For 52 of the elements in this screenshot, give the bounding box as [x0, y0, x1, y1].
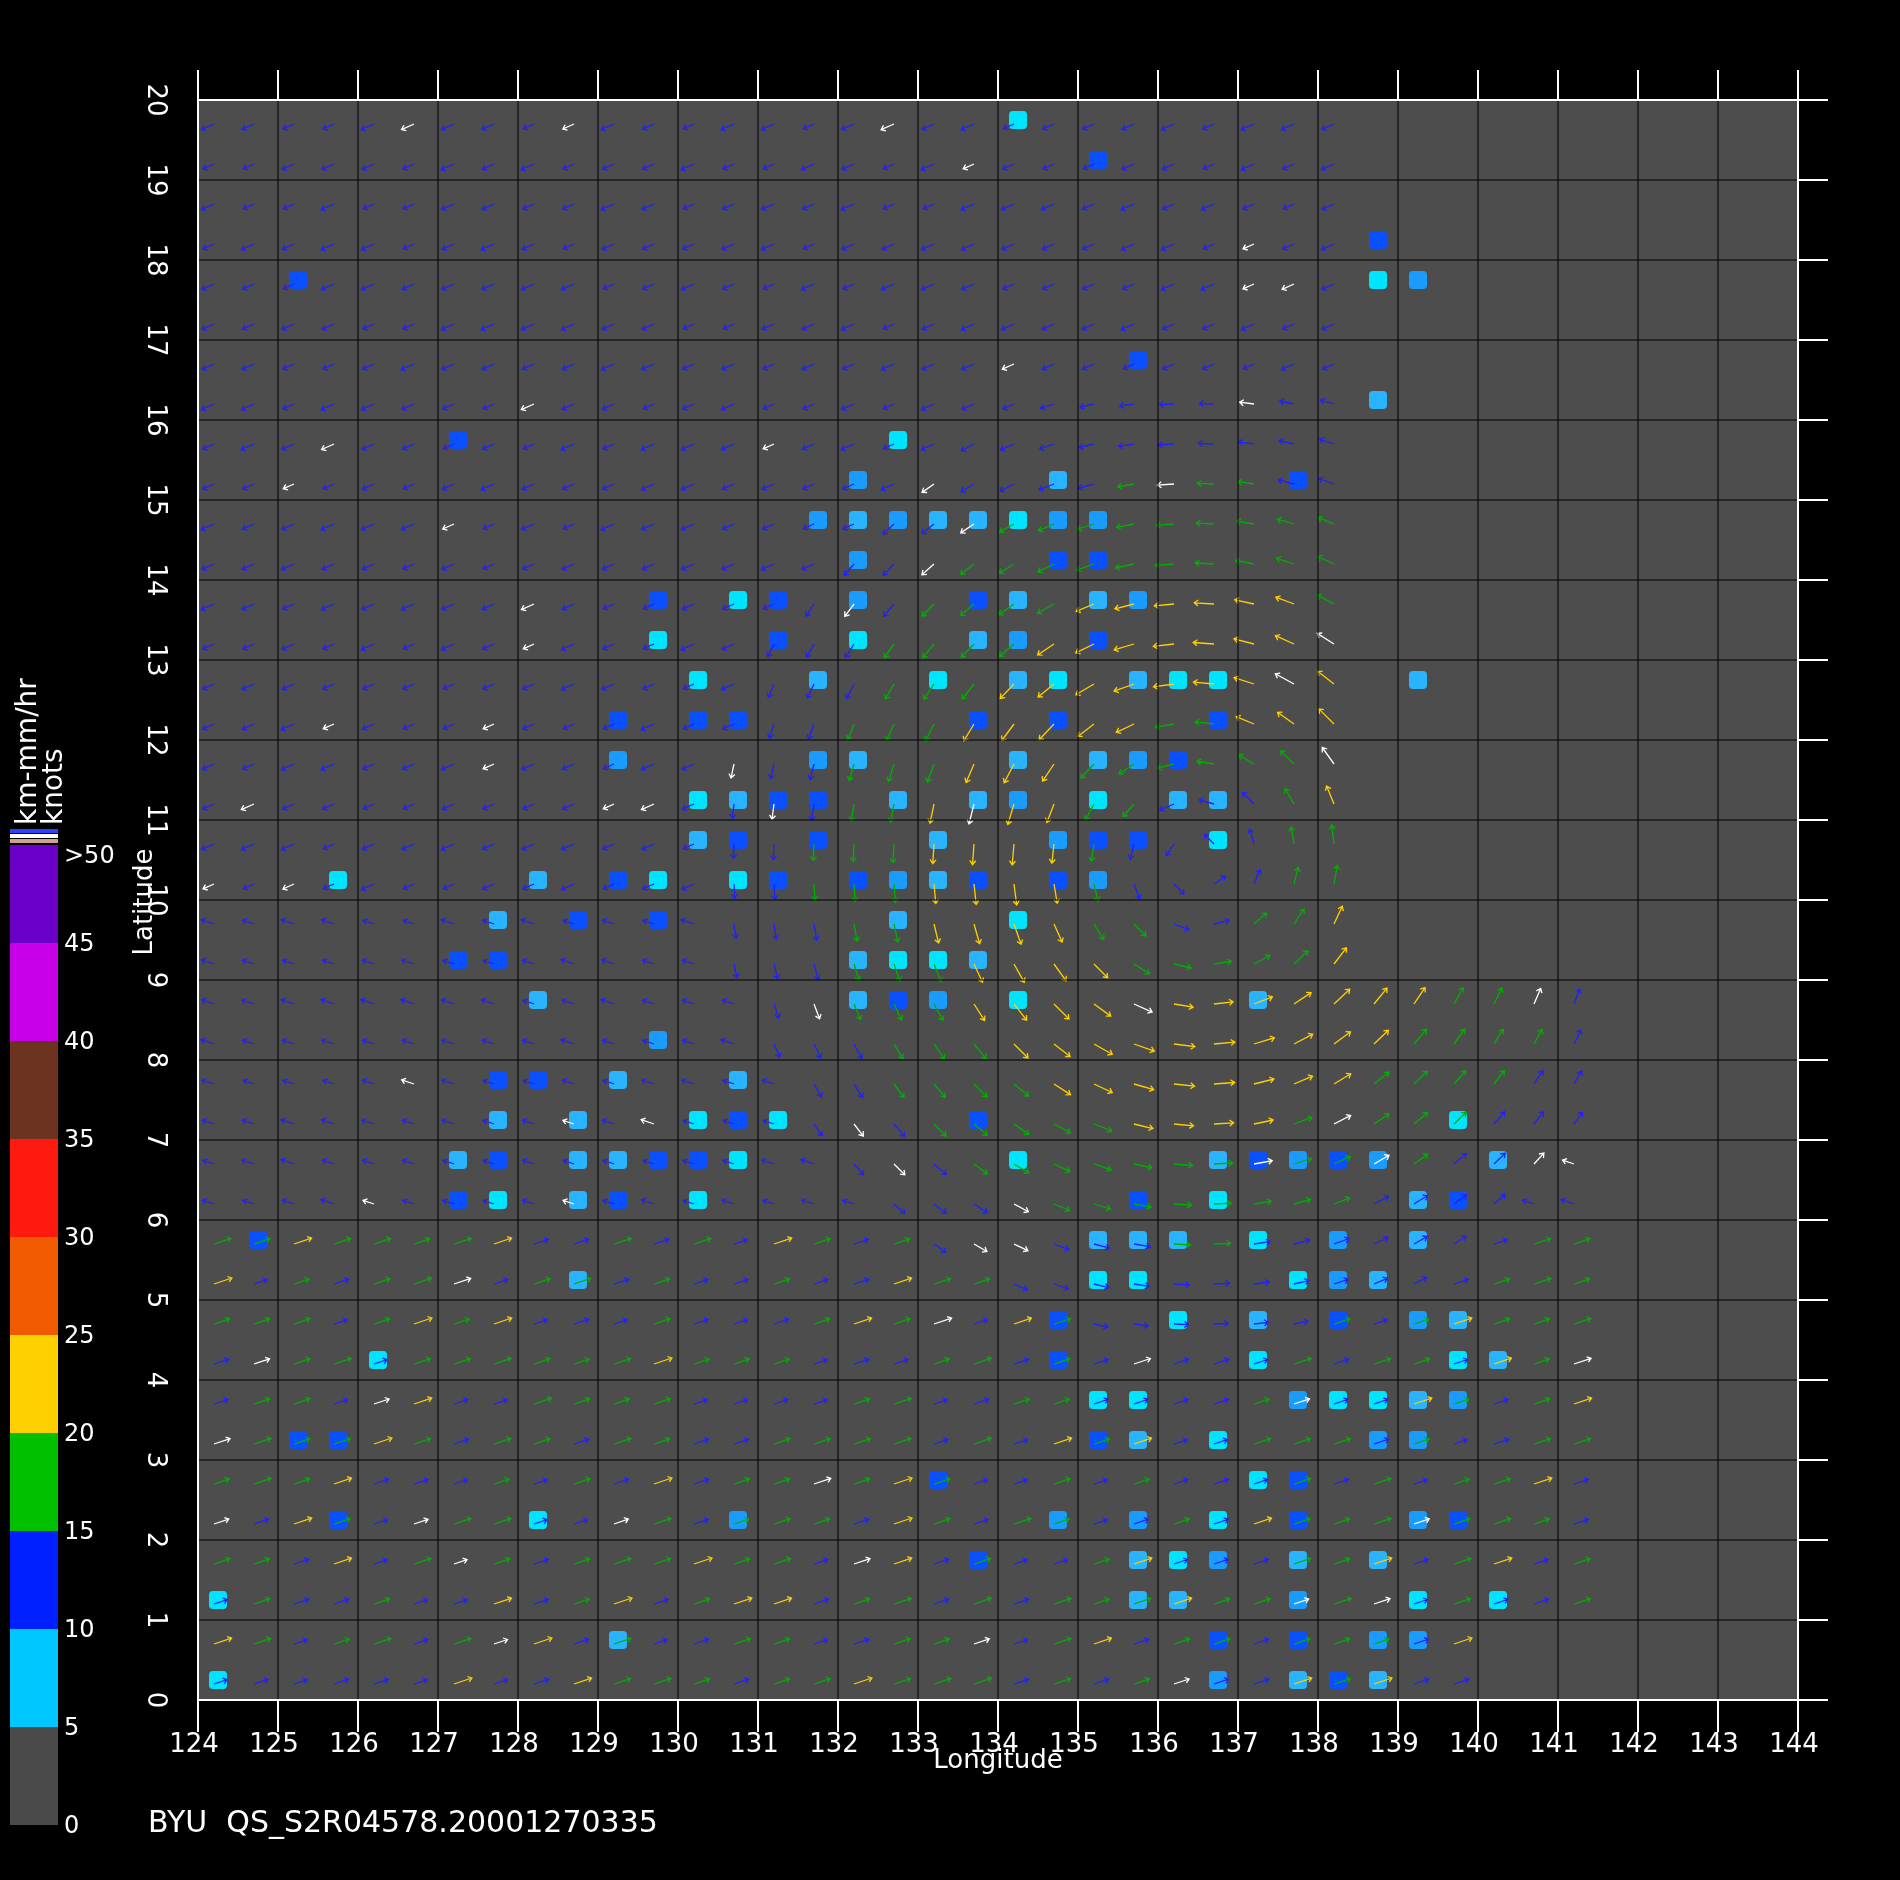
colorbar-tick-label: >50	[64, 841, 115, 869]
colorbar-tick-label: 25	[64, 1321, 95, 1349]
longitude-tick-label: 131	[729, 1728, 779, 1758]
colorbar-tick-label: 10	[64, 1615, 95, 1643]
latitude-tick-label: 15	[142, 483, 172, 517]
colorbar-tick-label: 35	[64, 1125, 95, 1153]
longitude-tick-label: 128	[489, 1728, 539, 1758]
longitude-tick-label: 142	[1609, 1728, 1659, 1758]
latitude-tick-label: 19	[142, 163, 172, 197]
longitude-tick-label: 138	[1289, 1728, 1339, 1758]
latitude-tick-label: 17	[142, 323, 172, 357]
colorbar-tick-label: 5	[64, 1713, 80, 1741]
latitude-tick-label: 7	[142, 1131, 172, 1149]
longitude-tick-label: 125	[249, 1728, 299, 1758]
latitude-tick-label: 0	[142, 1691, 172, 1709]
longitude-tick-label: 130	[649, 1728, 699, 1758]
longitude-tick-label: 132	[809, 1728, 859, 1758]
colorbar-tick-label: 0	[64, 1811, 80, 1839]
colorbar-tick-label: 40	[64, 1027, 95, 1055]
latitude-tick-label: 1	[142, 1611, 172, 1629]
latitude-tick-label: 2	[142, 1531, 172, 1549]
colorbar-tick-label: 45	[64, 929, 95, 957]
longitude-tick-label: 136	[1129, 1728, 1179, 1758]
latitude-tick-label: 4	[142, 1371, 172, 1389]
colorbar-tick-label: 15	[64, 1517, 95, 1545]
colorbar-cap-stripes	[10, 829, 58, 843]
latitude-tick-label: 18	[142, 243, 172, 277]
latitude-tick-label: 14	[142, 563, 172, 597]
longitude-tick-label: 143	[1689, 1728, 1739, 1758]
latitude-tick-label: 12	[142, 723, 172, 757]
longitude-tick-label: 137	[1209, 1728, 1259, 1758]
latitude-tick-label: 5	[142, 1291, 172, 1309]
latitude-tick-label: 16	[142, 403, 172, 437]
colorbar-unit-label: knots	[36, 748, 69, 825]
latitude-tick-label: 3	[142, 1451, 172, 1469]
longitude-tick-label: 141	[1529, 1728, 1579, 1758]
latitude-tick-label: 13	[142, 643, 172, 677]
longitude-tick-label: 144	[1769, 1728, 1819, 1758]
image-caption: BYU QS_S2R04578.20001270335	[148, 1804, 658, 1839]
colorbar-tick-label: 30	[64, 1223, 95, 1251]
latitude-tick-label: 11	[142, 803, 172, 837]
longitude-tick-label: 140	[1449, 1728, 1499, 1758]
colorbar-tick-label: 20	[64, 1419, 95, 1447]
latitude-tick-label: 9	[142, 971, 172, 989]
latitude-tick-label: 20	[142, 83, 172, 117]
latitude-tick-label: 6	[142, 1211, 172, 1229]
longitude-tick-label: 126	[329, 1728, 379, 1758]
latitude-tick-label: 8	[142, 1051, 172, 1069]
longitude-tick-label: 124	[169, 1728, 219, 1758]
longitude-tick-label: 139	[1369, 1728, 1419, 1758]
longitude-tick-label: 127	[409, 1728, 459, 1758]
longitude-tick-label: 129	[569, 1728, 619, 1758]
